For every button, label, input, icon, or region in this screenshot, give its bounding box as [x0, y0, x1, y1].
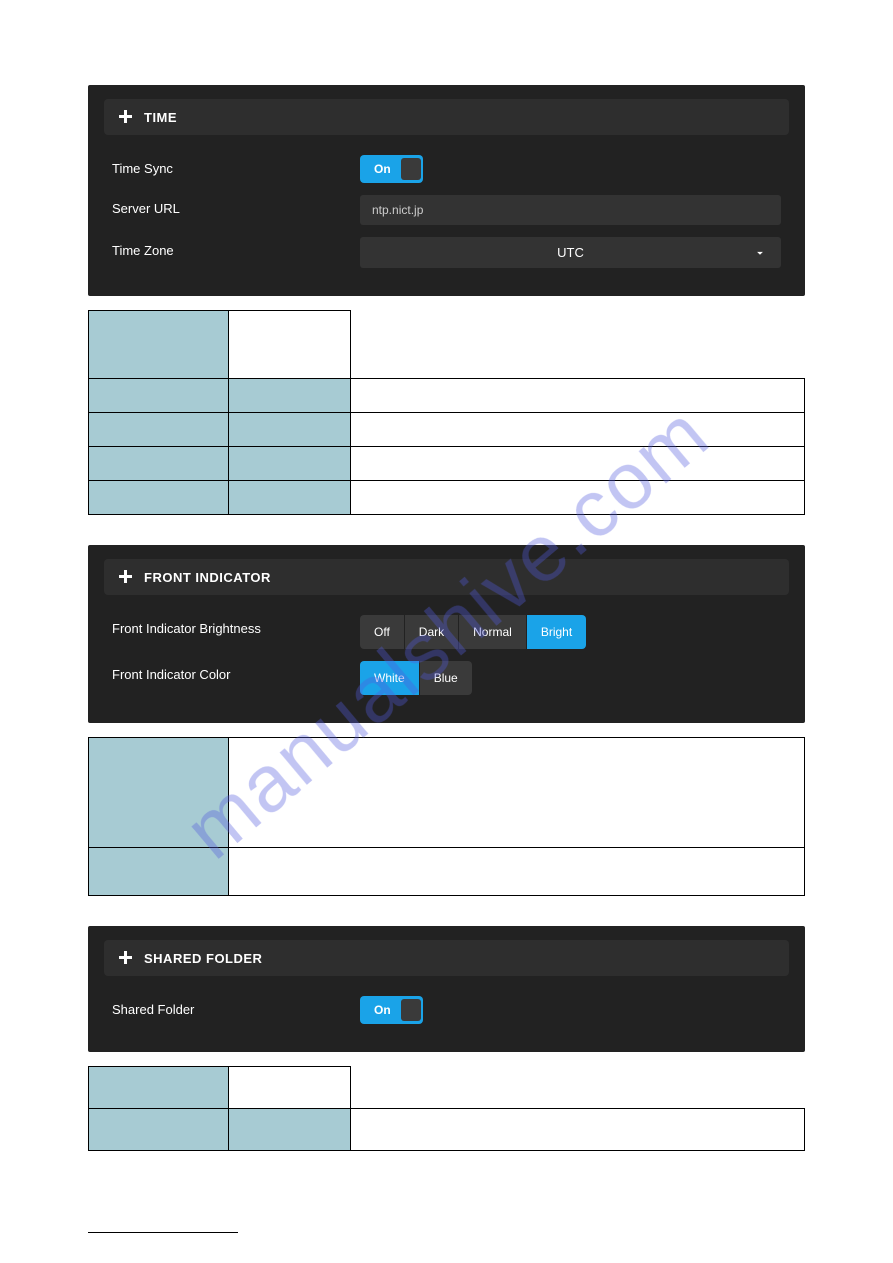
brightness-dark-button[interactable]: Dark: [405, 615, 459, 649]
table-cell: [89, 447, 229, 481]
timezone-select[interactable]: UTC: [360, 237, 781, 268]
timezone-value: UTC: [557, 245, 584, 260]
table-cell: [351, 379, 805, 413]
time-sync-toggle[interactable]: On: [360, 155, 423, 183]
table-cell: [229, 379, 351, 413]
timezone-label: Time Zone: [112, 237, 360, 258]
server-url-label: Server URL: [112, 195, 360, 216]
table-cell: [89, 1067, 229, 1109]
indicator-panel-title: FRONT INDICATOR: [144, 570, 271, 585]
time-panel-header[interactable]: TIME: [104, 99, 789, 135]
table-cell: [89, 848, 229, 896]
footnote-rule: [88, 1232, 238, 1233]
plus-icon: [118, 569, 134, 585]
shared-panel-header[interactable]: SHARED FOLDER: [104, 940, 789, 976]
time-panel-title: TIME: [144, 110, 177, 125]
plus-icon: [118, 950, 134, 966]
shared-info-table: [88, 1066, 805, 1151]
brightness-group: Off Dark Normal Bright: [360, 615, 586, 649]
table-cell: [229, 848, 805, 896]
shared-folder-label: Shared Folder: [112, 996, 360, 1017]
time-sync-label: Time Sync: [112, 155, 360, 176]
indicator-panel-header[interactable]: FRONT INDICATOR: [104, 559, 789, 595]
plus-icon: [118, 109, 134, 125]
table-cell: [89, 413, 229, 447]
table-cell: [229, 738, 805, 848]
table-cell: [351, 447, 805, 481]
shared-panel: SHARED FOLDER Shared Folder On: [88, 926, 805, 1052]
table-cell: [229, 1067, 351, 1109]
brightness-label: Front Indicator Brightness: [112, 615, 360, 636]
table-cell: [89, 311, 229, 379]
table-cell: [89, 481, 229, 515]
brightness-off-button[interactable]: Off: [360, 615, 405, 649]
table-cell: [351, 413, 805, 447]
table-cell: [351, 481, 805, 515]
server-url-input[interactable]: [360, 195, 781, 225]
toggle-text: On: [374, 162, 401, 176]
toggle-knob: [401, 158, 421, 180]
toggle-knob: [401, 999, 421, 1021]
shared-panel-title: SHARED FOLDER: [144, 951, 262, 966]
brightness-bright-button[interactable]: Bright: [527, 615, 586, 649]
color-label: Front Indicator Color: [112, 661, 360, 682]
table-cell: [89, 738, 229, 848]
table-cell: [229, 1109, 351, 1151]
color-blue-button[interactable]: Blue: [420, 661, 472, 695]
brightness-normal-button[interactable]: Normal: [459, 615, 527, 649]
table-cell: [89, 379, 229, 413]
table-cell: [351, 1109, 805, 1151]
time-panel: TIME Time Sync On Server URL Time Zone U…: [88, 85, 805, 296]
table-cell: [89, 1109, 229, 1151]
indicator-info-table: [88, 737, 805, 896]
table-cell: [229, 311, 351, 379]
table-cell: [229, 413, 351, 447]
chevron-down-icon: [753, 246, 767, 260]
toggle-text: On: [374, 1003, 401, 1017]
shared-folder-toggle[interactable]: On: [360, 996, 423, 1024]
color-white-button[interactable]: White: [360, 661, 420, 695]
time-info-table: [88, 310, 805, 515]
indicator-panel: FRONT INDICATOR Front Indicator Brightne…: [88, 545, 805, 723]
table-cell: [229, 481, 351, 515]
table-cell: [229, 447, 351, 481]
color-group: White Blue: [360, 661, 472, 695]
